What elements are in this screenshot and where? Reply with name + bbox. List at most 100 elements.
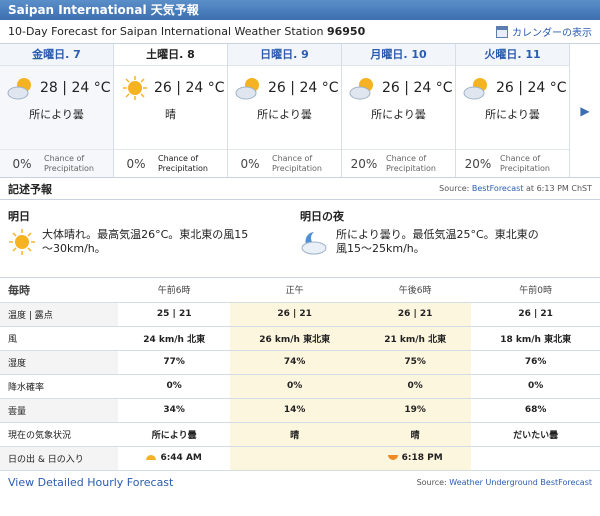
table-cell: 晴 <box>358 422 472 447</box>
day-temperature: 26 | 24 °C <box>496 80 567 96</box>
day-name[interactable]: 日曜日. 9 <box>228 44 341 66</box>
hourly-header-label: 毎時 <box>0 278 118 303</box>
precip-percent: 20% <box>464 156 492 171</box>
narrative-day-title: 明日 <box>8 210 30 223</box>
calendar-link[interactable]: カレンダーの表示 <box>496 24 592 39</box>
day-name[interactable]: 土曜日. 8 <box>114 44 227 66</box>
table-cell: 6:44 AM <box>118 446 231 471</box>
page-header: Saipan International 天気予報 <box>0 0 600 20</box>
table-cell: 76% <box>471 350 600 375</box>
row-label: 温度 | 露点 <box>0 302 118 327</box>
day-card[interactable]: 日曜日. 9 26 | 24 °C 所により曇 0% Chance of Prec… <box>228 44 342 177</box>
row-label: 現在の気象状況 <box>0 422 118 447</box>
precip-label: Chance of Precipitation <box>386 153 437 173</box>
narrative-forecast: 明日 大体晴れ。最高気温26°C。東北東の風15～30km/h。 明日の夜 所に… <box>0 200 600 278</box>
table-cell: 0% <box>358 374 472 399</box>
narrative-night-title: 明日の夜 <box>300 210 344 223</box>
day-condition: 所により曇 <box>29 108 84 121</box>
table-cell: 26 | 21 <box>358 302 472 327</box>
table-cell: 26 | 21 <box>230 302 359 327</box>
sunny-icon <box>9 229 35 255</box>
time-header: 午前6時 <box>118 278 231 303</box>
table-cell: 0% <box>118 374 231 399</box>
table-cell: 晴 <box>230 422 359 447</box>
source-link[interactable]: BestForecast <box>472 184 524 193</box>
partly-cloudy-icon <box>463 78 487 100</box>
chevron-right-icon[interactable]: ▶ <box>580 104 589 118</box>
narrative-source: Source: BestForecast at 6:13 PM ChST <box>439 184 592 193</box>
calendar-icon <box>496 25 508 38</box>
precip-percent: 0% <box>12 156 32 171</box>
day-precip: 20% Chance of Precipitation <box>456 149 569 177</box>
table-cell: 所により曇 <box>118 422 231 447</box>
precip-percent: 0% <box>126 156 146 171</box>
day-temperature: 26 | 24 °C <box>382 80 453 96</box>
table-row: 湿度 77% 74% 75% 76% <box>0 350 600 375</box>
day-temperature: 28 | 24 °C <box>40 80 111 96</box>
time-header: 午前0時 <box>471 278 600 303</box>
day-name[interactable]: 月曜日. 10 <box>342 44 455 66</box>
day-precip: 0% Chance of Precipitation <box>114 149 227 177</box>
table-row: 日の出 & 日の入り 6:44 AM 6:18 PM <box>0 446 600 471</box>
page-footer: View Detailed Hourly Forecast Source: We… <box>0 471 600 495</box>
day-temperature: 26 | 24 °C <box>154 80 225 96</box>
table-row: 現在の気象状況 所により曇 晴 晴 だいたい曇 <box>0 422 600 447</box>
forecast-subheader: 10-Day Forecast for Saipan International… <box>0 20 600 44</box>
day-card[interactable]: 金曜日. 7 28 | 24 °C 所により曇 0% Chance of Prec… <box>0 44 114 177</box>
day-temperature: 26 | 24 °C <box>268 80 339 96</box>
table-cell: 24 km/h 北東 <box>118 326 231 351</box>
row-label: 降水確率 <box>0 374 118 399</box>
table-cell <box>230 446 359 471</box>
table-row: 降水確率 0% 0% 0% 0% <box>0 374 600 399</box>
table-cell: 68% <box>471 398 600 423</box>
precip-percent: 20% <box>350 156 378 171</box>
day-card-selected[interactable]: 土曜日. 8 26 | 24 °C 晴 0% Chance of Precipit… <box>114 44 228 177</box>
precip-label: Chance of Precipitation <box>272 153 323 173</box>
next-days-button[interactable]: ▶ <box>570 44 600 177</box>
day-precip: 20% Chance of Precipitation <box>342 149 455 177</box>
table-cell: 26 | 21 <box>471 302 600 327</box>
day-condition: 所により曇 <box>257 108 312 121</box>
day-forecast-strip: 金曜日. 7 28 | 24 °C 所により曇 0% Chance of Prec… <box>0 44 600 178</box>
day-precip: 0% Chance of Precipitation <box>228 149 341 177</box>
hourly-header-row: 毎時 午前6時 正午 午後6時 午前0時 <box>0 278 600 303</box>
day-condition: 晴 <box>165 108 176 121</box>
source-link[interactable]: Weather Underground BestForecast <box>449 478 592 487</box>
partly-cloudy-icon <box>235 78 259 100</box>
table-cell: 14% <box>230 398 359 423</box>
table-cell: 25 | 21 <box>118 302 231 327</box>
page-title: Saipan International 天気予報 <box>8 3 199 17</box>
day-precip: 0% Chance of Precipitation <box>0 149 113 177</box>
table-cell <box>471 446 600 471</box>
station-id: 96950 <box>326 25 366 38</box>
partly-cloudy-icon <box>7 78 31 100</box>
detailed-hourly-link[interactable]: View Detailed Hourly Forecast <box>8 476 417 489</box>
table-cell: 6:18 PM <box>358 446 472 471</box>
table-row: 雲量 34% 14% 19% 68% <box>0 398 600 423</box>
day-card[interactable]: 月曜日. 10 26 | 24 °C 所により曇 20% Chance of Pr… <box>342 44 456 177</box>
table-cell: 18 km/h 東北東 <box>471 326 600 351</box>
precip-label: Chance of Precipitation <box>500 153 551 173</box>
table-cell: 75% <box>358 350 472 375</box>
time-header: 正午 <box>230 278 359 303</box>
time-header: 午後6時 <box>358 278 472 303</box>
table-cell: 74% <box>230 350 359 375</box>
hourly-table: 毎時 午前6時 正午 午後6時 午前0時 温度 | 露点 25 | 21 26 … <box>0 278 600 471</box>
row-label: 雲量 <box>0 398 118 423</box>
table-cell: 26 km/h 東北東 <box>230 326 359 351</box>
footer-source: Source: Weather Underground BestForecast <box>416 478 592 487</box>
forecast-title: 10-Day Forecast for Saipan International… <box>8 25 366 38</box>
narrative-header: 記述予報 Source: BestForecast at 6:13 PM ChS… <box>0 178 600 200</box>
table-cell: 77% <box>118 350 231 375</box>
day-card[interactable]: 火曜日. 11 26 | 24 °C 所により曇 20% Chance of Pr… <box>456 44 570 177</box>
partly-cloudy-night-icon <box>301 232 327 255</box>
table-cell: 21 km/h 北東 <box>358 326 472 351</box>
table-cell: だいたい曇 <box>471 422 600 447</box>
partly-cloudy-icon <box>349 78 373 100</box>
day-condition: 所により曇 <box>371 108 426 121</box>
row-label: 風 <box>0 326 118 351</box>
narrative-night-text: 所により曇り。最低気温25°C。東北東の風15～25km/h。 <box>336 228 539 255</box>
day-name[interactable]: 火曜日. 11 <box>456 44 569 66</box>
sunset-icon <box>387 455 398 460</box>
day-name[interactable]: 金曜日. 7 <box>0 44 113 66</box>
